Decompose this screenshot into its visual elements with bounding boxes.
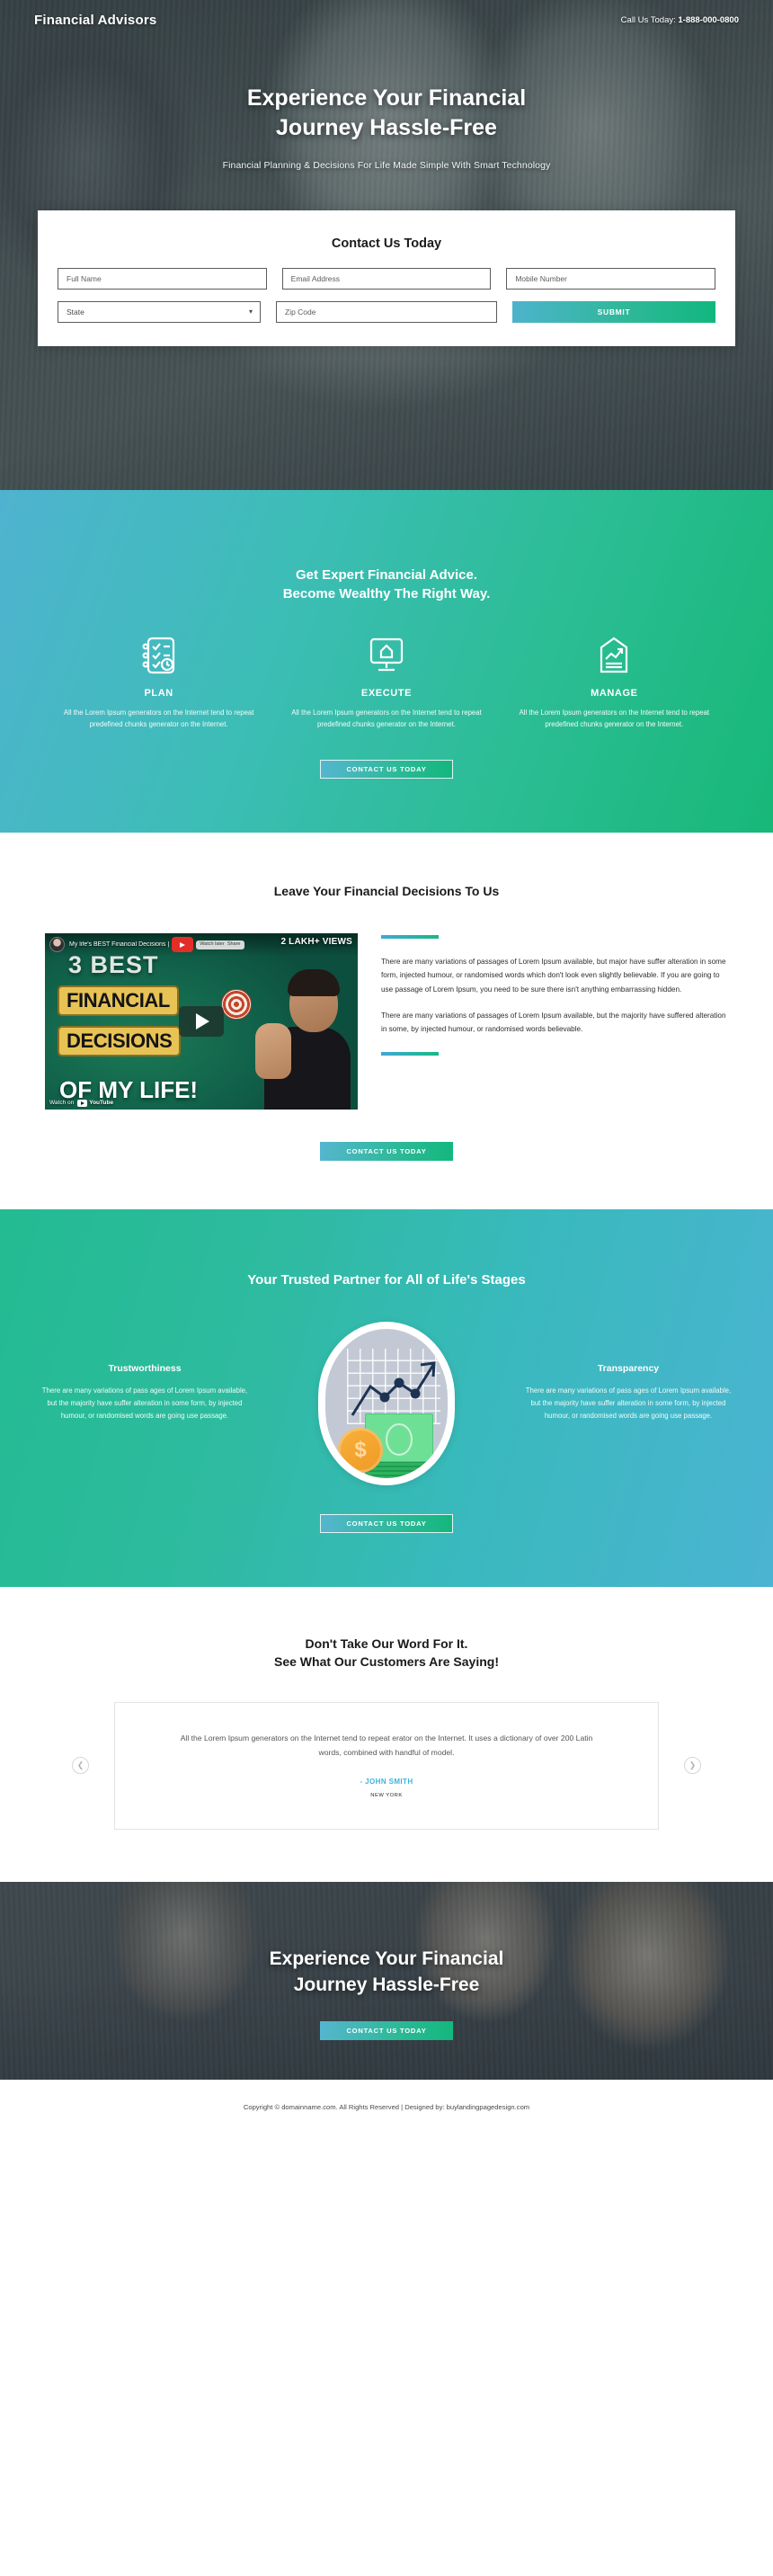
- video-player[interactable]: 3 BEST FINANCIAL DECISIONS OF MY LIFE! M…: [45, 932, 358, 1110]
- feature-title: EXECUTE: [360, 687, 413, 699]
- bottom-cta-button[interactable]: CONTACT US TODAY: [320, 2020, 453, 2040]
- feature-title: MANAGE: [591, 687, 638, 699]
- contact-form-card: Contact Us Today State ▾ SUBMIT: [38, 210, 735, 346]
- youtube-wordmark: YouTube: [89, 1100, 114, 1107]
- chevron-right-icon[interactable]: ❯: [684, 1757, 701, 1775]
- features-cta-button[interactable]: CONTACT US TODAY: [320, 759, 453, 779]
- video-paragraph-1: There are many variations of passages of…: [381, 957, 726, 994]
- video-cta-button[interactable]: CONTACT US TODAY: [320, 1141, 453, 1161]
- hero-section: Financial Advisors Call Us Today: 1-888-…: [0, 0, 773, 490]
- features-heading-line2: Become Wealthy The Right Way.: [282, 586, 491, 602]
- video-content-row: 3 BEST FINANCIAL DECISIONS OF MY LIFE! M…: [45, 932, 728, 1110]
- feature-body: All the Lorem Ipsum generators on the In…: [63, 708, 254, 729]
- partner-title: Transparency: [597, 1363, 660, 1375]
- partner-cta-button[interactable]: CONTACT US TODAY: [320, 1514, 453, 1534]
- checklist-clock-icon: [59, 635, 258, 676]
- phone-number[interactable]: 1-888-000-0800: [678, 15, 739, 25]
- features-heading: Get Expert Financial Advice. Become Weal…: [0, 566, 773, 604]
- testimonials-heading-line2: See What Our Customers Are Saying!: [274, 1653, 499, 1669]
- finance-growth-money-illustration: [318, 1322, 455, 1486]
- channel-avatar[interactable]: [49, 937, 65, 953]
- video-presenter-figure: [239, 966, 358, 1110]
- partner-body: There are many variations of pass ages o…: [525, 1386, 732, 1421]
- feature-title: PLAN: [144, 687, 173, 699]
- call-us-label: Call Us Today:: [620, 15, 676, 25]
- feature-body: All the Lorem Ipsum generators on the In…: [291, 708, 482, 729]
- play-button-overlay[interactable]: [179, 1005, 224, 1037]
- desktop-monitor-home-icon: [287, 635, 485, 676]
- video-text-column: There are many variations of passages of…: [381, 933, 728, 1056]
- call-us-today: Call Us Today: 1-888-000-0800: [621, 15, 739, 25]
- video-thumb-line2: FINANCIAL: [58, 985, 179, 1016]
- partner-body: There are many variations of pass ages o…: [41, 1386, 248, 1421]
- chevron-left-icon[interactable]: ❮: [72, 1757, 89, 1775]
- features-heading-line1: Get Expert Financial Advice.: [295, 567, 477, 583]
- video-paragraph-2: There are many variations of passages of…: [381, 1012, 726, 1034]
- partner-heading: Your Trusted Partner for All of Life's S…: [247, 1271, 526, 1288]
- testimonial-quote: All the Lorem Ipsum generators on the In…: [180, 1733, 593, 1757]
- feature-body: All the Lorem Ipsum generators on the In…: [519, 708, 710, 729]
- video-title[interactable]: My life's BEST Financial Decisions |: [69, 941, 169, 948]
- bottom-cta-headline-line2: Journey Hassle-Free: [293, 1974, 480, 1995]
- testimonials-heading-line1: Don't Take Our Word For It.: [305, 1636, 468, 1652]
- partner-item-transparency: Transparency There are many variations o…: [524, 1322, 733, 1423]
- accent-bar-bottom: [381, 1051, 439, 1056]
- feature-item-plan: PLAN All the Lorem Ipsum generators on t…: [45, 635, 272, 731]
- state-select-wrap: State ▾: [58, 301, 261, 323]
- youtube-play-icon[interactable]: [172, 937, 194, 953]
- views-badge: 2 LAKH+ VIEWS: [280, 936, 352, 947]
- hero-headline-line2: Journey Hassle-Free: [276, 115, 497, 140]
- youtube-logo-icon: YouTube: [77, 1099, 114, 1107]
- partner-title: Trustworthiness: [108, 1363, 182, 1375]
- partner-item-trustworthiness: Trustworthiness There are many variation…: [40, 1322, 249, 1423]
- watch-later-label[interactable]: Watch later: [200, 941, 225, 948]
- feature-item-manage: MANAGE All the Lorem Ipsum generators on…: [501, 635, 728, 731]
- form-row-1: [58, 268, 716, 290]
- footer: Copyright © domainname.com. All Rights R…: [0, 2079, 773, 2138]
- testimonial-location: NEW YORK: [370, 1792, 403, 1798]
- watch-on-youtube[interactable]: Watch on YouTube: [49, 1099, 114, 1107]
- accent-bar-top: [381, 934, 439, 939]
- testimonials-section: Don't Take Our Word For It. See What Our…: [0, 1587, 773, 1882]
- video-section-heading: Leave Your Financial Decisions To Us: [273, 883, 500, 898]
- mobile-number-input[interactable]: [506, 268, 716, 290]
- top-bar: Financial Advisors Call Us Today: 1-888-…: [0, 0, 773, 28]
- testimonials-heading: Don't Take Our Word For It. See What Our…: [0, 1636, 773, 1671]
- bottom-cta-headline: Experience Your Financial Journey Hassle…: [0, 1947, 773, 1999]
- features-section: Get Expert Financial Advice. Become Weal…: [0, 490, 773, 833]
- submit-button[interactable]: SUBMIT: [512, 301, 715, 323]
- testimonial-card: All the Lorem Ipsum generators on the In…: [114, 1701, 659, 1830]
- feature-item-execute: EXECUTE All the Lorem Ipsum generators o…: [272, 635, 500, 731]
- watch-on-label: Watch on: [49, 1100, 75, 1107]
- zip-code-input[interactable]: [276, 301, 497, 323]
- video-section: Leave Your Financial Decisions To Us 3 B…: [0, 832, 773, 1209]
- email-address-input[interactable]: [281, 268, 492, 290]
- growth-chart-tag-icon: [515, 635, 714, 676]
- full-name-input[interactable]: [58, 268, 267, 290]
- copyright-text: Copyright © domainname.com. All Rights R…: [243, 2102, 530, 2111]
- video-actions[interactable]: Watch later Share: [196, 940, 244, 949]
- bottom-cta-headline-line1: Experience Your Financial: [269, 1948, 504, 1969]
- partner-columns: Trustworthiness There are many variation…: [40, 1322, 733, 1486]
- hero-headline: Experience Your Financial Journey Hassle…: [0, 84, 773, 143]
- testimonial-author: - JOHN SMITH: [360, 1777, 413, 1786]
- partner-section: Your Trusted Partner for All of Life's S…: [0, 1208, 773, 1588]
- video-thumb-line3: DECISIONS: [58, 1025, 182, 1056]
- hero-headline-line1: Experience Your Financial: [246, 85, 527, 111]
- form-row-2: State ▾ SUBMIT: [58, 301, 715, 323]
- dollar-coin-icon: [338, 1428, 383, 1474]
- testimonial-carousel: ❮ All the Lorem Ipsum generators on the …: [72, 1701, 701, 1830]
- state-select[interactable]: State: [58, 301, 261, 323]
- form-title: Contact Us Today: [331, 236, 442, 251]
- bottom-cta-section: Experience Your Financial Journey Hassle…: [0, 1881, 773, 2080]
- brand-logo[interactable]: Financial Advisors: [34, 13, 156, 28]
- hero-subheadline: Financial Planning & Decisions For Life …: [222, 160, 551, 171]
- features-columns: PLAN All the Lorem Ipsum generators on t…: [45, 635, 728, 731]
- share-label[interactable]: Share: [227, 941, 241, 948]
